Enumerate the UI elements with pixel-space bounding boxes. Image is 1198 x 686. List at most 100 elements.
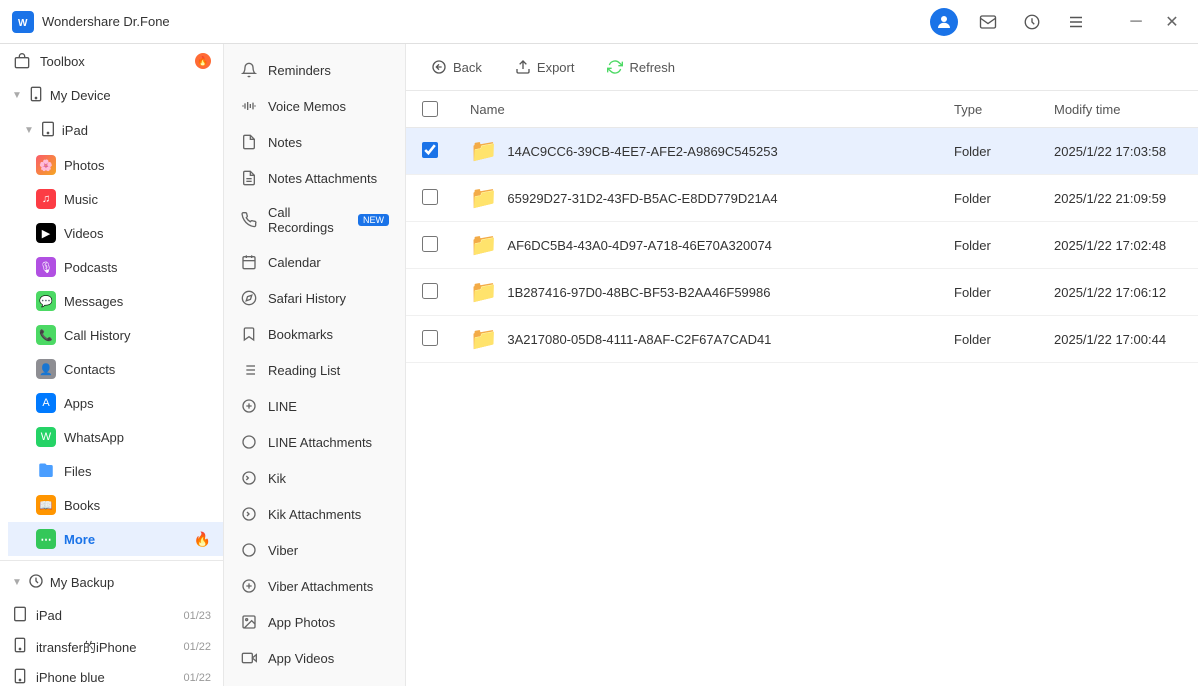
mid-item-app-documents[interactable]: App Documents <box>224 676 405 686</box>
export-button[interactable]: Export <box>506 54 583 80</box>
mid-item-calendar[interactable]: Calendar <box>224 244 405 280</box>
mid-item-safari-history[interactable]: Safari History <box>224 280 405 316</box>
sidebar-item-messages[interactable]: 💬 Messages <box>8 284 223 318</box>
select-all-checkbox[interactable] <box>422 101 438 117</box>
close-button[interactable]: ✕ <box>1158 8 1186 36</box>
th-modify-time: Modify time <box>1038 91 1198 128</box>
mid-item-viber-attachments[interactable]: Viber Attachments <box>224 568 405 604</box>
backup-item-itransfer[interactable]: itransfer的iPhone 01/22 <box>0 631 223 662</box>
row1-name-cell: 📁 14AC9CC6-39CB-4EE7-AFE2-A9869C545253 <box>454 128 938 175</box>
table-row[interactable]: 📁 1B287416-97D0-48BC-BF53-B2AA46F59986 F… <box>406 269 1198 316</box>
reminders-label: Reminders <box>268 63 331 78</box>
refresh-icon <box>606 58 624 76</box>
backup-iphone-blue-name: iPhone blue <box>36 670 175 685</box>
row5-checkbox[interactable] <box>422 330 438 346</box>
mid-item-notes-attachments[interactable]: Notes Attachments <box>224 160 405 196</box>
call-recordings-icon <box>240 211 258 229</box>
sidebar-item-apps[interactable]: A Apps <box>8 386 223 420</box>
user-avatar-icon[interactable] <box>930 8 958 36</box>
row1-checkbox[interactable] <box>422 142 438 158</box>
kik-attachments-label: Kik Attachments <box>268 507 361 522</box>
app-photos-label: App Photos <box>268 615 335 630</box>
title-bar: W Wondershare Dr.Fone ─ ✕ <box>0 0 1198 44</box>
row2-modify-time: 2025/1/22 21:09:59 <box>1038 175 1198 222</box>
sidebar-item-videos[interactable]: ▶ Videos <box>8 216 223 250</box>
mid-item-line-attachments[interactable]: LINE Attachments <box>224 424 405 460</box>
my-device-label: My Device <box>50 88 111 103</box>
sidebar-item-more[interactable]: ⋯ More 🔥 <box>8 522 223 556</box>
menu-icon[interactable] <box>1062 8 1090 36</box>
back-button[interactable]: Back <box>422 54 490 80</box>
notes-attachments-label: Notes Attachments <box>268 171 377 186</box>
ipad-label: iPad <box>62 123 88 138</box>
sidebar-item-call-history[interactable]: 📞 Call History <box>8 318 223 352</box>
sidebar-item-podcasts[interactable]: 🎙 Podcasts <box>8 250 223 284</box>
refresh-button[interactable]: Refresh <box>598 54 683 80</box>
sidebar-item-photos[interactable]: 🌸 Photos <box>8 148 223 182</box>
photos-icon: 🌸 <box>36 155 56 175</box>
window-controls: ─ ✕ <box>1122 8 1186 36</box>
backup-itransfer-date: 01/22 <box>183 641 211 653</box>
sidebar-item-books[interactable]: 📖 Books <box>8 488 223 522</box>
mid-item-call-recordings[interactable]: Call Recordings NEW <box>224 196 405 244</box>
whatsapp-icon: W <box>36 427 56 447</box>
sidebar-item-files[interactable]: Files <box>8 454 223 488</box>
more-label: More <box>64 532 186 547</box>
backup-itransfer-info: itransfer的iPhone <box>36 637 175 656</box>
whatsapp-label: WhatsApp <box>64 430 211 445</box>
row1-modify-time: 2025/1/22 17:03:58 <box>1038 128 1198 175</box>
row3-name-cell: 📁 AF6DC5B4-43A0-4D97-A718-46E70A320074 <box>454 222 938 269</box>
sidebar-item-whatsapp[interactable]: W WhatsApp <box>8 420 223 454</box>
minimize-button[interactable]: ─ <box>1122 8 1150 36</box>
viber-icon <box>240 541 258 559</box>
table-row[interactable]: 📁 AF6DC5B4-43A0-4D97-A718-46E70A320074 F… <box>406 222 1198 269</box>
call-history-label: Call History <box>64 328 211 343</box>
sidebar-divider <box>0 560 223 561</box>
row4-checkbox-cell <box>406 269 454 316</box>
row3-checkbox[interactable] <box>422 236 438 252</box>
books-icon: 📖 <box>36 495 56 515</box>
mid-item-kik[interactable]: Kik <box>224 460 405 496</box>
sidebar-item-toolbox[interactable]: Toolbox 🔥 <box>0 44 223 78</box>
mid-item-line[interactable]: LINE <box>224 388 405 424</box>
viber-label: Viber <box>268 543 298 558</box>
row5-checkbox-cell <box>406 316 454 363</box>
row2-checkbox[interactable] <box>422 189 438 205</box>
mid-item-app-photos[interactable]: App Photos <box>224 604 405 640</box>
mid-item-bookmarks[interactable]: Bookmarks <box>224 316 405 352</box>
backup-iphone-blue-info: iPhone blue <box>36 670 175 685</box>
my-backup-label: My Backup <box>50 575 114 590</box>
sidebar-item-music[interactable]: ♫ Music <box>8 182 223 216</box>
table-row[interactable]: 📁 65929D27-31D2-43FD-B5AC-E8DD779D21A4 F… <box>406 175 1198 222</box>
app-videos-label: App Videos <box>268 651 334 666</box>
table-row[interactable]: 📁 14AC9CC6-39CB-4EE7-AFE2-A9869C545253 F… <box>406 128 1198 175</box>
sidebar-my-backup[interactable]: ▼ My Backup <box>0 565 223 600</box>
refresh-label: Refresh <box>629 60 675 75</box>
folder-icon: 📁 <box>470 232 497 258</box>
mail-icon[interactable] <box>974 8 1002 36</box>
back-icon <box>430 58 448 76</box>
sidebar-ipad[interactable]: ▼ iPad <box>8 113 223 148</box>
mid-item-notes[interactable]: Notes <box>224 124 405 160</box>
sidebar-item-contacts[interactable]: 👤 Contacts <box>8 352 223 386</box>
mid-item-reminders[interactable]: Reminders <box>224 52 405 88</box>
history-icon[interactable] <box>1018 8 1046 36</box>
row4-checkbox[interactable] <box>422 283 438 299</box>
mid-item-viber[interactable]: Viber <box>224 532 405 568</box>
reading-list-icon <box>240 361 258 379</box>
mid-item-kik-attachments[interactable]: Kik Attachments <box>224 496 405 532</box>
row4-name-cell: 📁 1B287416-97D0-48BC-BF53-B2AA46F59986 <box>454 269 938 316</box>
backup-item-ipad[interactable]: iPad 01/23 <box>0 600 223 631</box>
folder-icon: 📁 <box>470 279 497 305</box>
my-device-icon <box>28 86 44 105</box>
ipad-icon <box>40 121 56 140</box>
mid-item-reading-list[interactable]: Reading List <box>224 352 405 388</box>
mid-item-app-videos[interactable]: App Videos <box>224 640 405 676</box>
videos-label: Videos <box>64 226 211 241</box>
table-row[interactable]: 📁 3A217080-05D8-4111-A8AF-C2F67A7CAD41 F… <box>406 316 1198 363</box>
sidebar-my-device[interactable]: ▼ My Device <box>0 78 223 113</box>
row5-type: Folder <box>938 316 1038 363</box>
backup-item-iphone-blue[interactable]: iPhone blue 01/22 <box>0 662 223 686</box>
th-checkbox <box>406 91 454 128</box>
mid-item-voice-memos[interactable]: Voice Memos <box>224 88 405 124</box>
